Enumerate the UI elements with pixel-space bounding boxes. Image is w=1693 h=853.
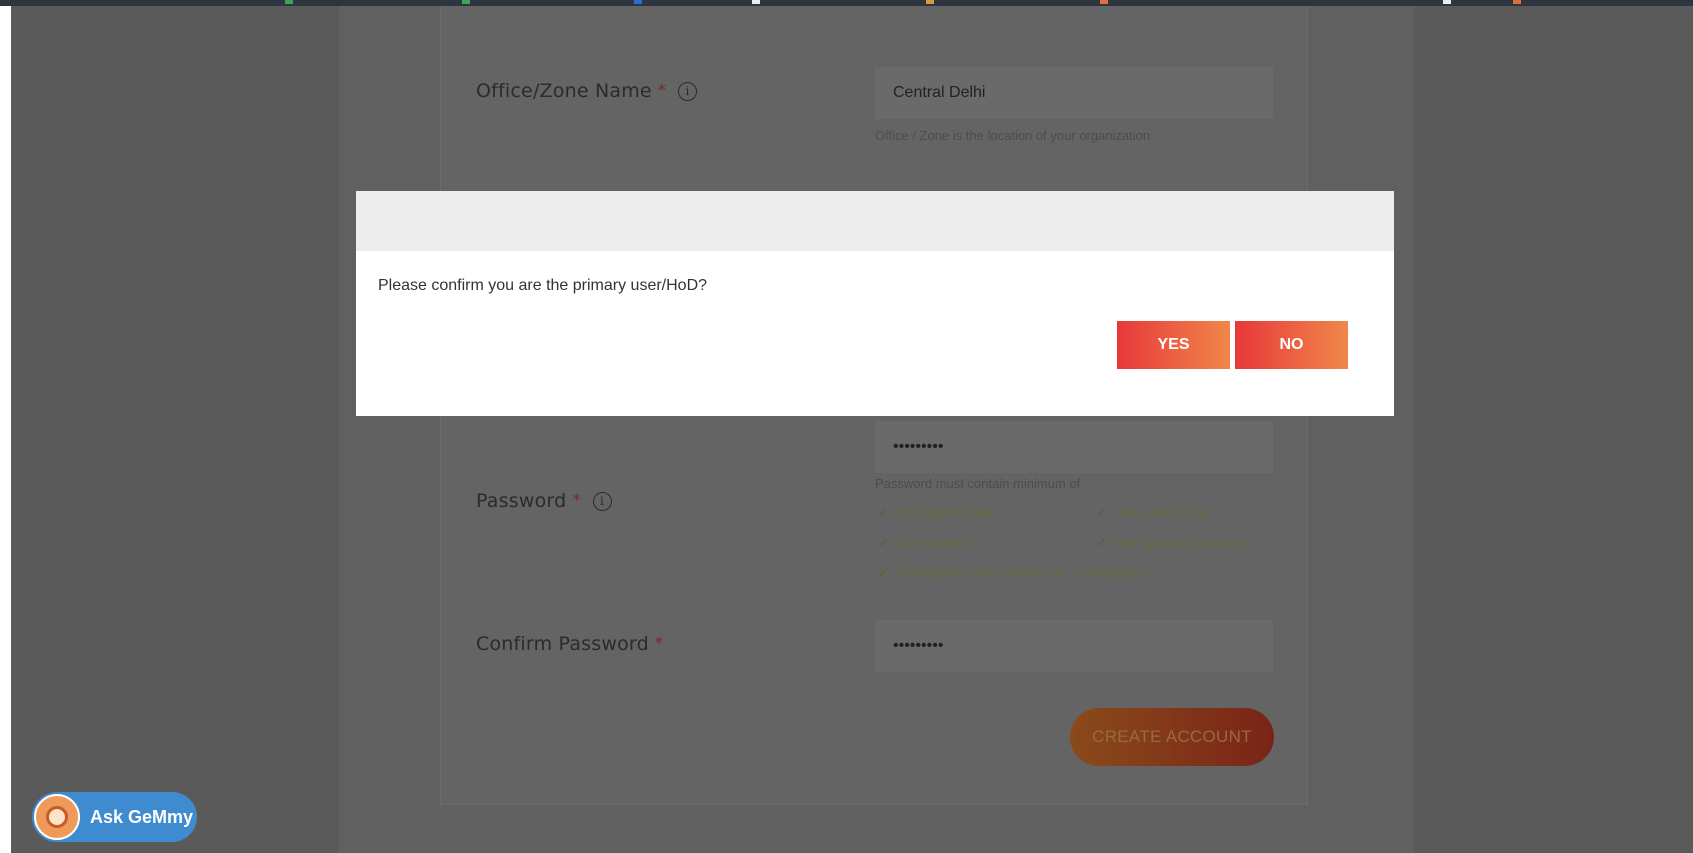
confirm-password-label: Confirm Password * [476,633,663,655]
tab-indicator [1100,0,1108,4]
rule-text: One Special Character [1112,535,1245,550]
no-button[interactable]: NO [1235,321,1348,369]
ask-gemmy-button[interactable]: Ask GeMmy [32,792,197,842]
create-account-button[interactable]: CREATE ACCOUNT [1070,708,1274,766]
ask-gemmy-label: Ask GeMmy [90,806,194,827]
rule-lower-case: ✓ One Lower Case [1096,505,1210,521]
tab-indicator [1513,0,1521,4]
rule-length: ✓ 8 characters and maximum of 16 characte… [878,565,1149,581]
yes-button[interactable]: YES [1117,321,1230,369]
required-marker: * [657,80,667,99]
rule-text: 8 characters and maximum of 16 character… [894,565,1149,580]
gemmy-avatar-icon [34,794,80,840]
office-zone-label-text: Office/Zone Name [476,80,652,102]
tab-indicator [462,0,470,4]
dialog-message: Please confirm you are the primary user/… [378,277,708,294]
required-marker: * [654,633,664,652]
dialog-header [356,191,1394,251]
rule-numeric: ✓ One Numeric [878,535,971,551]
rule-text: One Upper Case [894,505,993,520]
check-icon: ✓ [1096,505,1107,520]
check-icon: ✓ [878,565,889,580]
rule-special-character: ✓ One Special Character [1096,535,1244,551]
password-hint: Password must contain minimum of [875,476,1081,491]
check-icon: ✓ [1096,535,1107,550]
tab-indicator [634,0,642,4]
password-input[interactable]: ••••••••• [875,421,1273,473]
check-icon: ✓ [878,535,889,550]
tab-indicator [1443,0,1451,4]
rule-text: One Numeric [894,535,972,550]
confirm-password-label-text: Confirm Password [476,633,649,655]
tab-indicator [926,0,934,4]
confirm-dialog: Please confirm you are the primary user/… [356,191,1394,416]
check-icon: ✓ [878,505,889,520]
tab-indicator [285,0,293,4]
rule-upper-case: ✓ One Upper Case [878,505,992,521]
office-zone-hint: Office / Zone is the location of your or… [875,128,1154,143]
tab-indicator [752,0,760,4]
password-label-text: Password [476,490,567,512]
required-marker: * [572,490,581,509]
office-zone-input[interactable]: Central Delhi [875,67,1273,119]
confirm-password-input[interactable]: ••••••••• [875,620,1273,672]
office-zone-label: Office/Zone Name * i [476,80,698,102]
password-label: Password * i [476,490,612,512]
info-icon[interactable]: i [678,82,698,101]
rule-text: One Lower Case [1112,505,1211,520]
info-icon[interactable]: i [592,492,612,511]
left-window-edge [0,6,11,853]
